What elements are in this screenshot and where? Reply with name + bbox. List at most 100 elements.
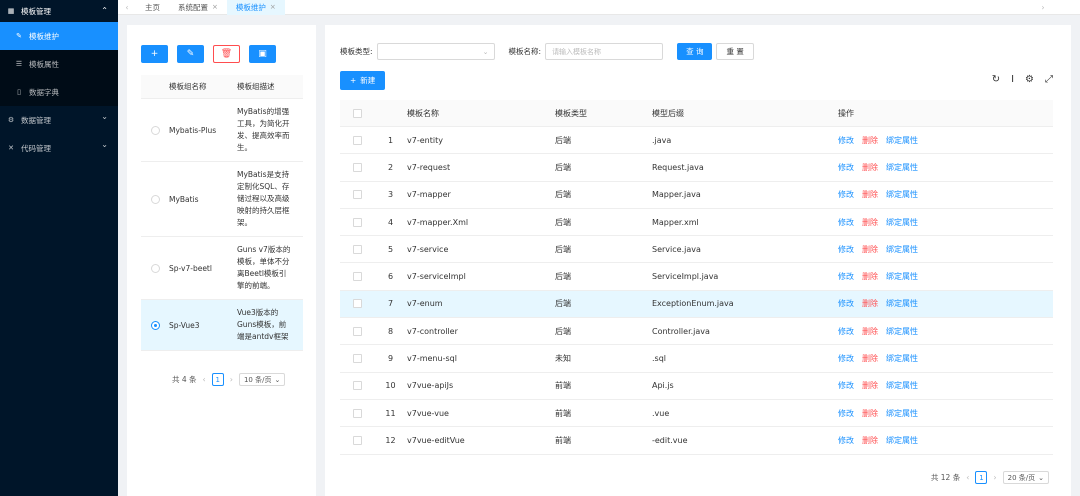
- delete-link[interactable]: 删除: [862, 298, 878, 309]
- table-row[interactable]: 9 v7-menu-sql 未知 .sql 修改 删除 绑定属性: [340, 345, 1053, 373]
- bind-attr-link[interactable]: 绑定属性: [886, 189, 918, 200]
- delete-link[interactable]: 删除: [862, 217, 878, 228]
- row-checkbox[interactable]: [352, 326, 362, 336]
- refresh-icon[interactable]: ↻: [992, 74, 1000, 85]
- edit-link[interactable]: 修改: [838, 162, 854, 173]
- bind-attr-link[interactable]: 绑定属性: [886, 298, 918, 309]
- bind-attr-link[interactable]: 绑定属性: [886, 217, 918, 228]
- template-name-input[interactable]: 请输入模板名称: [545, 43, 664, 60]
- edit-link[interactable]: 修改: [838, 380, 854, 391]
- sidebar-group-template[interactable]: ▦ 模板管理 ⌃: [0, 0, 118, 22]
- preview-group-button[interactable]: ▣: [249, 45, 276, 63]
- sidebar-item-template-maintain[interactable]: ✎ 模板维护: [0, 22, 118, 50]
- row-checkbox[interactable]: [352, 408, 362, 418]
- table-row[interactable]: 5 v7-service 后端 Service.java 修改 删除 绑定属性: [340, 236, 1053, 264]
- edit-link[interactable]: 修改: [838, 298, 854, 309]
- close-icon[interactable]: ×: [270, 0, 276, 15]
- sidebar-group-data[interactable]: ⚙ 数据管理 ⌄: [0, 106, 118, 134]
- row-checkbox[interactable]: [352, 354, 362, 364]
- edit-link[interactable]: 修改: [838, 271, 854, 282]
- page-number[interactable]: 1: [975, 471, 988, 484]
- column-height-icon[interactable]: Ⅰ: [1011, 74, 1014, 85]
- table-row[interactable]: 1 v7-entity 后端 .java 修改 删除 绑定属性: [340, 127, 1053, 155]
- delete-link[interactable]: 删除: [862, 135, 878, 146]
- table-row[interactable]: Sp-v7-beetl Guns v7版本的 模板，单体不分 离Beetl模板引…: [141, 237, 303, 300]
- page-number[interactable]: 1: [211, 373, 224, 386]
- table-row[interactable]: Sp-Vue3 Vue3版本的 Guns模板，前 端是antdv框架: [141, 300, 303, 351]
- delete-link[interactable]: 删除: [862, 271, 878, 282]
- table-row[interactable]: Mybatis-Plus MyBatis的增强 工具，为简化开 发、提高效率而 …: [141, 99, 303, 162]
- table-row[interactable]: 8 v7-controller 后端 Controller.java 修改 删除 绑定属性: [340, 318, 1053, 346]
- delete-link[interactable]: 删除: [862, 380, 878, 391]
- reset-button[interactable]: 重 置: [716, 43, 754, 60]
- next-page-icon[interactable]: ›: [993, 473, 996, 482]
- table-row[interactable]: 2 v7-request 后端 Request.java 修改 删除 绑定属性: [340, 154, 1053, 182]
- table-row[interactable]: 10 v7vue-apiJs 前端 Api.js 修改 删除 绑定属性: [340, 373, 1053, 400]
- row-checkbox[interactable]: [352, 299, 362, 309]
- table-row[interactable]: MyBatis MyBatis是支持 定制化SQL、存 储过程以及高级 映射的持…: [141, 162, 303, 237]
- sidebar-item-template-attrs[interactable]: ☰ 模板属性: [0, 50, 118, 78]
- radio-button[interactable]: [150, 320, 160, 330]
- bind-attr-link[interactable]: 绑定属性: [886, 435, 918, 446]
- table-row[interactable]: 4 v7-mapper.Xml 后端 Mapper.xml 修改 删除 绑定属性: [340, 209, 1053, 237]
- table-row[interactable]: 7 v7-enum 后端 ExceptionEnum.java 修改 删除 绑定属性: [340, 290, 1053, 319]
- add-group-button[interactable]: +: [141, 45, 168, 63]
- delete-link[interactable]: 删除: [862, 162, 878, 173]
- edit-link[interactable]: 修改: [838, 189, 854, 200]
- chevron-right-icon[interactable]: ›: [1034, 3, 1052, 12]
- bind-attr-link[interactable]: 绑定属性: [886, 408, 918, 419]
- page-size-select[interactable]: 20 条/页 ⌄: [1002, 471, 1049, 484]
- setting-icon[interactable]: ⚙: [1025, 74, 1034, 85]
- bind-attr-link[interactable]: 绑定属性: [886, 244, 918, 255]
- radio-button[interactable]: [150, 194, 160, 204]
- row-checkbox[interactable]: [352, 244, 362, 254]
- page-size-select[interactable]: 10 条/页 ⌄: [238, 373, 286, 386]
- bind-attr-link[interactable]: 绑定属性: [886, 162, 918, 173]
- bind-attr-link[interactable]: 绑定属性: [886, 326, 918, 337]
- table-row[interactable]: 6 v7-serviceImpl 后端 ServiceImpl.java 修改 删除 绑定属…: [340, 263, 1053, 291]
- next-page-icon[interactable]: ›: [230, 375, 233, 384]
- row-checkbox[interactable]: [352, 135, 362, 145]
- chevron-left-icon[interactable]: ‹: [118, 3, 136, 12]
- delete-group-button[interactable]: 🗑: [213, 45, 240, 63]
- edit-link[interactable]: 修改: [838, 217, 854, 228]
- delete-link[interactable]: 删除: [862, 408, 878, 419]
- tab-system-config[interactable]: 系统配置 ×: [169, 0, 227, 15]
- delete-link[interactable]: 删除: [862, 189, 878, 200]
- edit-link[interactable]: 修改: [838, 408, 854, 419]
- tab-template-maintain[interactable]: 模板维护 ×: [226, 0, 285, 15]
- edit-link[interactable]: 修改: [838, 435, 854, 446]
- bind-attr-link[interactable]: 绑定属性: [886, 380, 918, 391]
- fullscreen-icon[interactable]: ⤢: [1045, 74, 1053, 85]
- new-template-button[interactable]: + 新建: [340, 71, 386, 90]
- prev-page-icon[interactable]: ‹: [966, 473, 969, 482]
- row-checkbox[interactable]: [352, 381, 362, 391]
- row-checkbox[interactable]: [352, 217, 362, 227]
- edit-link[interactable]: 修改: [838, 244, 854, 255]
- delete-link[interactable]: 删除: [862, 353, 878, 364]
- template-type-select[interactable]: ⌄: [376, 43, 495, 60]
- tab-home[interactable]: 主页: [136, 0, 169, 15]
- table-row[interactable]: 12 v7vue-editVue 前端 -edit.vue 修改 删除 绑定属性: [340, 427, 1053, 455]
- sidebar-group-code[interactable]: ✕ 代码管理 ⌄: [0, 134, 118, 162]
- bind-attr-link[interactable]: 绑定属性: [886, 353, 918, 364]
- sidebar-item-data-dictionary[interactable]: ▯ 数据字典: [0, 78, 118, 106]
- edit-link[interactable]: 修改: [838, 326, 854, 337]
- bind-attr-link[interactable]: 绑定属性: [886, 271, 918, 282]
- row-checkbox[interactable]: [352, 190, 362, 200]
- close-icon[interactable]: ×: [212, 0, 218, 15]
- delete-link[interactable]: 删除: [862, 244, 878, 255]
- row-checkbox[interactable]: [352, 162, 362, 172]
- table-row[interactable]: 3 v7-mapper 后端 Mapper.java 修改 删除 绑定属性: [340, 182, 1053, 209]
- row-checkbox[interactable]: [352, 272, 362, 282]
- edit-link[interactable]: 修改: [838, 353, 854, 364]
- delete-link[interactable]: 删除: [862, 435, 878, 446]
- prev-page-icon[interactable]: ‹: [203, 375, 206, 384]
- bind-attr-link[interactable]: 绑定属性: [886, 135, 918, 146]
- row-checkbox[interactable]: [352, 435, 362, 445]
- search-button[interactable]: 查 询: [677, 43, 713, 60]
- radio-button[interactable]: [150, 125, 160, 135]
- edit-link[interactable]: 修改: [838, 135, 854, 146]
- edit-group-button[interactable]: ✎: [177, 45, 204, 63]
- delete-link[interactable]: 删除: [862, 326, 878, 337]
